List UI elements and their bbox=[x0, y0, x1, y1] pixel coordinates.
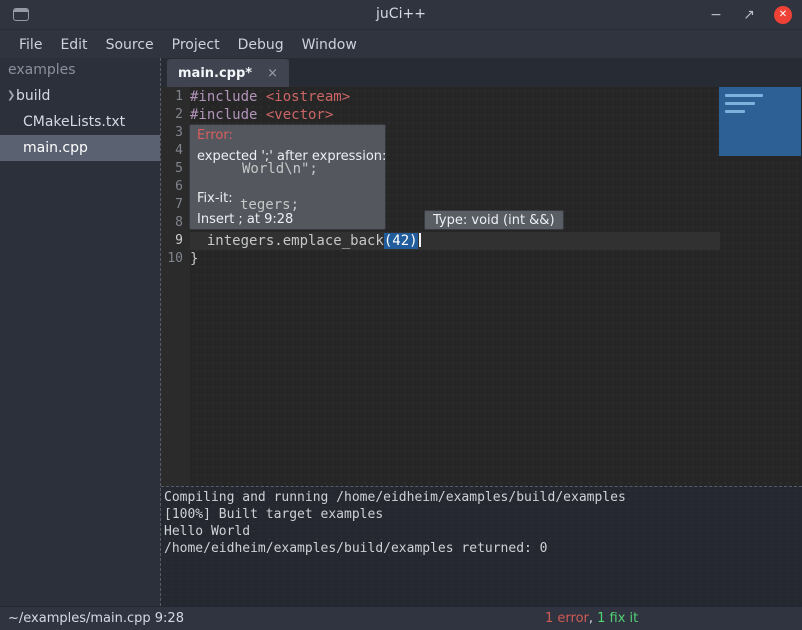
overview-popup bbox=[719, 87, 801, 156]
code-line-1[interactable]: #include <iostream> bbox=[190, 88, 802, 106]
tab-main-cpp[interactable]: main.cpp* × bbox=[167, 59, 289, 87]
terminal-line: [100%] Built target examples bbox=[164, 506, 802, 523]
code-token-header: <iostream> bbox=[266, 89, 350, 105]
tree-item-build[interactable]: ❯ build bbox=[0, 83, 160, 109]
line-number: 3 bbox=[161, 124, 190, 142]
status-error-count: 1 error bbox=[545, 611, 589, 626]
line-number: 2 bbox=[161, 106, 190, 124]
tooltip-fixit-label: Fix-it: bbox=[197, 191, 233, 206]
code-line-9-current[interactable]: integers.emplace_back(42) bbox=[190, 232, 720, 250]
code-fragment-identifier: tegers; bbox=[240, 197, 299, 213]
code-token-keyword: #include bbox=[190, 107, 266, 123]
window-title: juCi++ bbox=[0, 6, 802, 22]
diagnostic-tooltip: Error: expected ';' after expression: Fi… bbox=[189, 124, 386, 230]
menu-debug[interactable]: Debug bbox=[229, 34, 293, 56]
status-file-location: ~/examples/main.cpp 9:28 bbox=[0, 611, 184, 626]
close-button[interactable]: ✕ bbox=[774, 6, 792, 24]
menu-project[interactable]: Project bbox=[163, 34, 229, 56]
statusbar: ~/examples/main.cpp 9:28 1 error, 1 fix … bbox=[0, 606, 802, 630]
code-token-keyword: #include bbox=[190, 89, 266, 105]
code-editor[interactable]: 1 2 3 4 5 6 7 8 9 10 #include <iostream>… bbox=[161, 87, 802, 486]
titlebar: juCi++ − ↗ ✕ bbox=[0, 0, 802, 30]
overview-text-line bbox=[725, 94, 763, 97]
text-cursor bbox=[419, 233, 421, 247]
tree-item-main-cpp[interactable]: main.cpp bbox=[0, 135, 160, 161]
line-number: 7 bbox=[161, 196, 190, 214]
line-number: 8 bbox=[161, 214, 190, 232]
line-number: 6 bbox=[161, 178, 190, 196]
terminal-line: Hello World bbox=[164, 523, 802, 540]
menu-file[interactable]: File bbox=[10, 34, 51, 56]
restore-button[interactable]: ↗ bbox=[741, 7, 757, 23]
terminal-line: Compiling and running /home/eidheim/exam… bbox=[164, 489, 802, 506]
line-number: 9 bbox=[161, 232, 190, 250]
line-number: 4 bbox=[161, 142, 190, 160]
tabbar: main.cpp* × bbox=[161, 58, 802, 87]
minimize-button[interactable]: − bbox=[708, 7, 724, 23]
tree-item-label: build bbox=[15, 83, 50, 109]
chevron-right-icon[interactable]: ❯ bbox=[0, 83, 15, 109]
editor-panel: main.cpp* × 1 2 3 4 5 6 7 8 9 10 #includ… bbox=[161, 58, 802, 606]
terminal-line: /home/eidheim/examples/build/examples re… bbox=[164, 540, 802, 557]
menu-window[interactable]: Window bbox=[293, 34, 366, 56]
code-token-call: integers.emplace_back bbox=[190, 233, 384, 249]
line-number: 1 bbox=[161, 88, 190, 106]
line-number-gutter: 1 2 3 4 5 6 7 8 9 10 bbox=[161, 87, 190, 486]
tab-close-icon[interactable]: × bbox=[267, 66, 278, 81]
tab-label: main.cpp* bbox=[178, 66, 252, 81]
tree-item-cmakelists[interactable]: CMakeLists.txt bbox=[0, 109, 160, 135]
line-number: 5 bbox=[161, 160, 190, 178]
tooltip-fixit-text: Insert ; at 9:28 bbox=[197, 212, 293, 227]
code-token-header: <vector> bbox=[266, 107, 333, 123]
status-separator: , bbox=[589, 611, 597, 626]
code-line-2[interactable]: #include <vector> bbox=[190, 106, 802, 124]
tree-item-label: main.cpp bbox=[0, 135, 88, 161]
code-selection: (42) bbox=[384, 233, 418, 249]
code-token-brace: } bbox=[190, 251, 198, 267]
tooltip-error-label: Error: bbox=[197, 128, 233, 143]
code-line-5[interactable]: World\n"; bbox=[190, 160, 802, 178]
code-fragment-string: World\n"; bbox=[242, 161, 318, 177]
overview-text-line bbox=[725, 102, 755, 105]
line-number: 10 bbox=[161, 250, 190, 268]
window-controls: − ↗ ✕ bbox=[708, 0, 792, 30]
type-info-tooltip: Type: void (int &&) bbox=[424, 210, 564, 230]
menubar: File Edit Source Project Debug Window bbox=[0, 31, 802, 58]
status-diagnostics: 1 error, 1 fix it bbox=[545, 611, 638, 626]
menu-source[interactable]: Source bbox=[97, 34, 163, 56]
menu-edit[interactable]: Edit bbox=[51, 34, 96, 56]
tree-item-label: CMakeLists.txt bbox=[0, 109, 125, 135]
project-name: examples bbox=[0, 58, 160, 83]
file-tree-panel: examples ❯ build CMakeLists.txt main.cpp bbox=[0, 58, 161, 606]
code-line-10[interactable]: } bbox=[190, 250, 802, 268]
terminal-output[interactable]: Compiling and running /home/eidheim/exam… bbox=[161, 486, 802, 606]
overview-text-line bbox=[725, 110, 745, 113]
status-fixit-count: 1 fix it bbox=[597, 611, 638, 626]
